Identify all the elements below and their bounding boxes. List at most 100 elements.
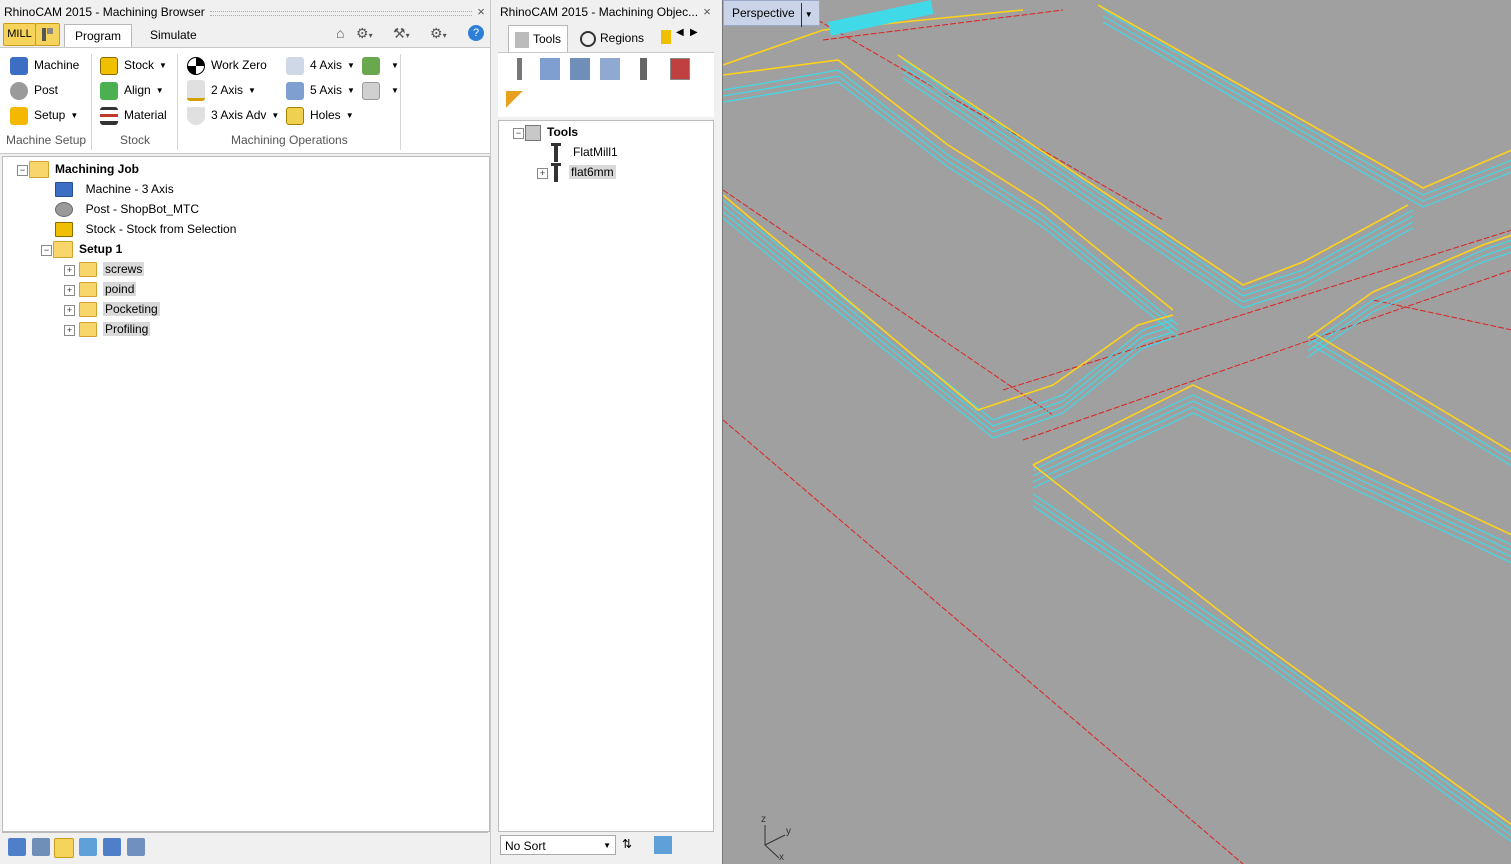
4-axis-button[interactable]: 4 Axis ▼ xyxy=(286,54,355,76)
flat-mill-icon[interactable] xyxy=(510,58,530,80)
machine-button[interactable]: Machine xyxy=(10,54,79,76)
tree-node-tool[interactable]: FlatMill1 xyxy=(551,142,618,163)
toolpath-contour xyxy=(723,199,1174,421)
objects-titlebar[interactable]: RhinoCAM 2015 - Machining Objec... × xyxy=(496,0,716,24)
view-options-icon[interactable]: ⚙▾ xyxy=(356,25,373,42)
4-axis-icon xyxy=(286,56,304,75)
collapse-toggle[interactable]: − xyxy=(513,128,524,139)
tree-node-machining-job[interactable]: Machining Job xyxy=(29,159,139,179)
tab-program[interactable]: Program xyxy=(64,24,133,47)
stock-icon xyxy=(55,222,73,238)
tree-node-stock[interactable]: Stock - Stock from Selection xyxy=(55,219,236,239)
tree-node-tool[interactable]: flat6mm xyxy=(551,162,616,183)
tab-regions[interactable]: Regions xyxy=(574,25,650,51)
5-axis-button[interactable]: 5 Axis ▼ xyxy=(286,79,355,101)
tool-info-icon[interactable] xyxy=(654,836,672,854)
toolpath-contour xyxy=(1102,21,1511,208)
simulate-icon[interactable] xyxy=(79,838,97,856)
feature-tools-button[interactable]: ▼ xyxy=(362,54,399,76)
taper-mill-icon[interactable] xyxy=(600,58,620,80)
toolpath-contour xyxy=(1312,339,1511,461)
material-button[interactable]: Material xyxy=(100,104,167,126)
tree-node-machine[interactable]: Machine - 3 Axis xyxy=(55,179,174,199)
scroll-left-icon[interactable]: ◀ xyxy=(676,27,684,38)
folder-icon xyxy=(79,322,97,338)
tree-node-folder[interactable]: Profiling xyxy=(79,319,151,339)
ball-mill-icon[interactable] xyxy=(540,58,560,80)
home-icon[interactable]: ⌂ xyxy=(336,25,344,41)
mill-settings-icon[interactable] xyxy=(35,23,60,46)
browser-bottom-toolbar xyxy=(2,832,488,861)
browser-close-button[interactable]: × xyxy=(474,0,488,24)
chevron-down-icon: ▼ xyxy=(603,841,611,850)
corner-radius-mill-icon[interactable] xyxy=(570,58,590,80)
sort-select[interactable]: No Sort ▼ xyxy=(500,835,616,855)
post-button[interactable]: Post xyxy=(10,79,58,101)
tab-tools[interactable]: Tools xyxy=(508,25,569,52)
viewport-label[interactable]: Perspective ▼ xyxy=(723,0,820,27)
machining-browser-panel: RhinoCAM 2015 - Machining Browser × MILL… xyxy=(0,0,491,864)
group-label-machine-setup: Machine Setup xyxy=(6,133,87,147)
toolpath-contour xyxy=(723,205,1174,427)
3-axis-adv-button[interactable]: 3 Axis Adv ▼ xyxy=(187,104,279,126)
browser-titlebar[interactable]: RhinoCAM 2015 - Machining Browser × xyxy=(0,0,490,24)
divider xyxy=(400,54,401,150)
expand-toggle[interactable]: + xyxy=(537,168,548,179)
toolpath-contour xyxy=(902,77,1414,309)
browser-title: RhinoCAM 2015 - Machining Browser xyxy=(4,5,205,19)
toolpath-contour xyxy=(1102,15,1511,202)
tree-node-folder[interactable]: Pocketing xyxy=(79,299,160,319)
collapse-toggle[interactable]: − xyxy=(41,245,52,256)
mill-mode-button[interactable]: MILL xyxy=(3,23,36,46)
help-icon[interactable]: ? xyxy=(468,25,484,41)
info-icon[interactable] xyxy=(127,838,145,856)
regenerate-icon[interactable] xyxy=(32,838,50,856)
perspective-viewport[interactable]: Perspective ▼ z y x xyxy=(722,0,1511,864)
post-icon xyxy=(55,202,73,218)
features-tab-icon[interactable] xyxy=(661,30,671,44)
chevron-down-icon: ▼ xyxy=(271,110,280,120)
expand-toggle[interactable]: + xyxy=(64,285,75,296)
part-edge xyxy=(1032,464,1511,826)
expand-toggle[interactable]: + xyxy=(64,265,75,276)
tree-node-folder[interactable]: screws xyxy=(79,259,145,279)
tree-node-folder[interactable]: poind xyxy=(79,279,137,299)
chevron-down-icon: ▼ xyxy=(347,60,355,70)
setup-button[interactable]: Setup ▼ xyxy=(10,104,78,126)
toolpath-contour xyxy=(1312,345,1511,467)
gear-icon[interactable]: ⚙▾ xyxy=(430,25,447,42)
stock-button[interactable]: Stock ▼ xyxy=(100,54,167,76)
toolpath-visibility-icon[interactable] xyxy=(54,838,74,858)
holes-button[interactable]: Holes ▼ xyxy=(286,104,354,126)
tab-simulate[interactable]: Simulate xyxy=(140,24,207,46)
templates-button[interactable]: ▼ xyxy=(362,79,399,101)
expand-toggle[interactable]: + xyxy=(64,325,75,336)
machine-icon xyxy=(55,182,73,198)
toolpath-contour xyxy=(1032,412,1511,564)
sort-order-icon[interactable]: ⇅ xyxy=(622,837,632,851)
generate-icon[interactable] xyxy=(8,838,26,856)
expand-toggle[interactable]: + xyxy=(64,305,75,316)
work-zero-button[interactable]: Work Zero xyxy=(187,54,267,76)
axis-label-y: y xyxy=(786,826,791,837)
objects-close-button[interactable]: × xyxy=(700,0,714,24)
scroll-right-icon[interactable]: ▶ xyxy=(690,27,698,38)
tree-node-post[interactable]: Post - ShopBot_MTC xyxy=(55,199,199,219)
tree-node-tools[interactable]: Tools xyxy=(525,122,578,142)
tool-icon xyxy=(515,31,529,48)
regions-icon xyxy=(580,30,596,47)
tools-icon[interactable]: ⚒▾ xyxy=(393,25,410,42)
chevron-down-icon: ▼ xyxy=(347,85,355,95)
material-icon xyxy=(100,106,118,125)
load-tools-icon[interactable] xyxy=(506,91,526,113)
collapse-toggle[interactable]: − xyxy=(17,165,28,176)
tree-node-setup[interactable]: Setup 1 xyxy=(53,239,122,259)
tool-library-icon[interactable] xyxy=(670,58,690,80)
2-axis-button[interactable]: 2 Axis ▼ xyxy=(187,79,256,102)
holes-icon xyxy=(286,106,304,125)
post-process-icon[interactable] xyxy=(103,838,121,856)
setup-folder-icon xyxy=(53,241,73,259)
part-edge xyxy=(1097,4,1511,189)
drill-icon[interactable] xyxy=(634,58,654,80)
align-button[interactable]: Align ▼ xyxy=(100,79,164,101)
